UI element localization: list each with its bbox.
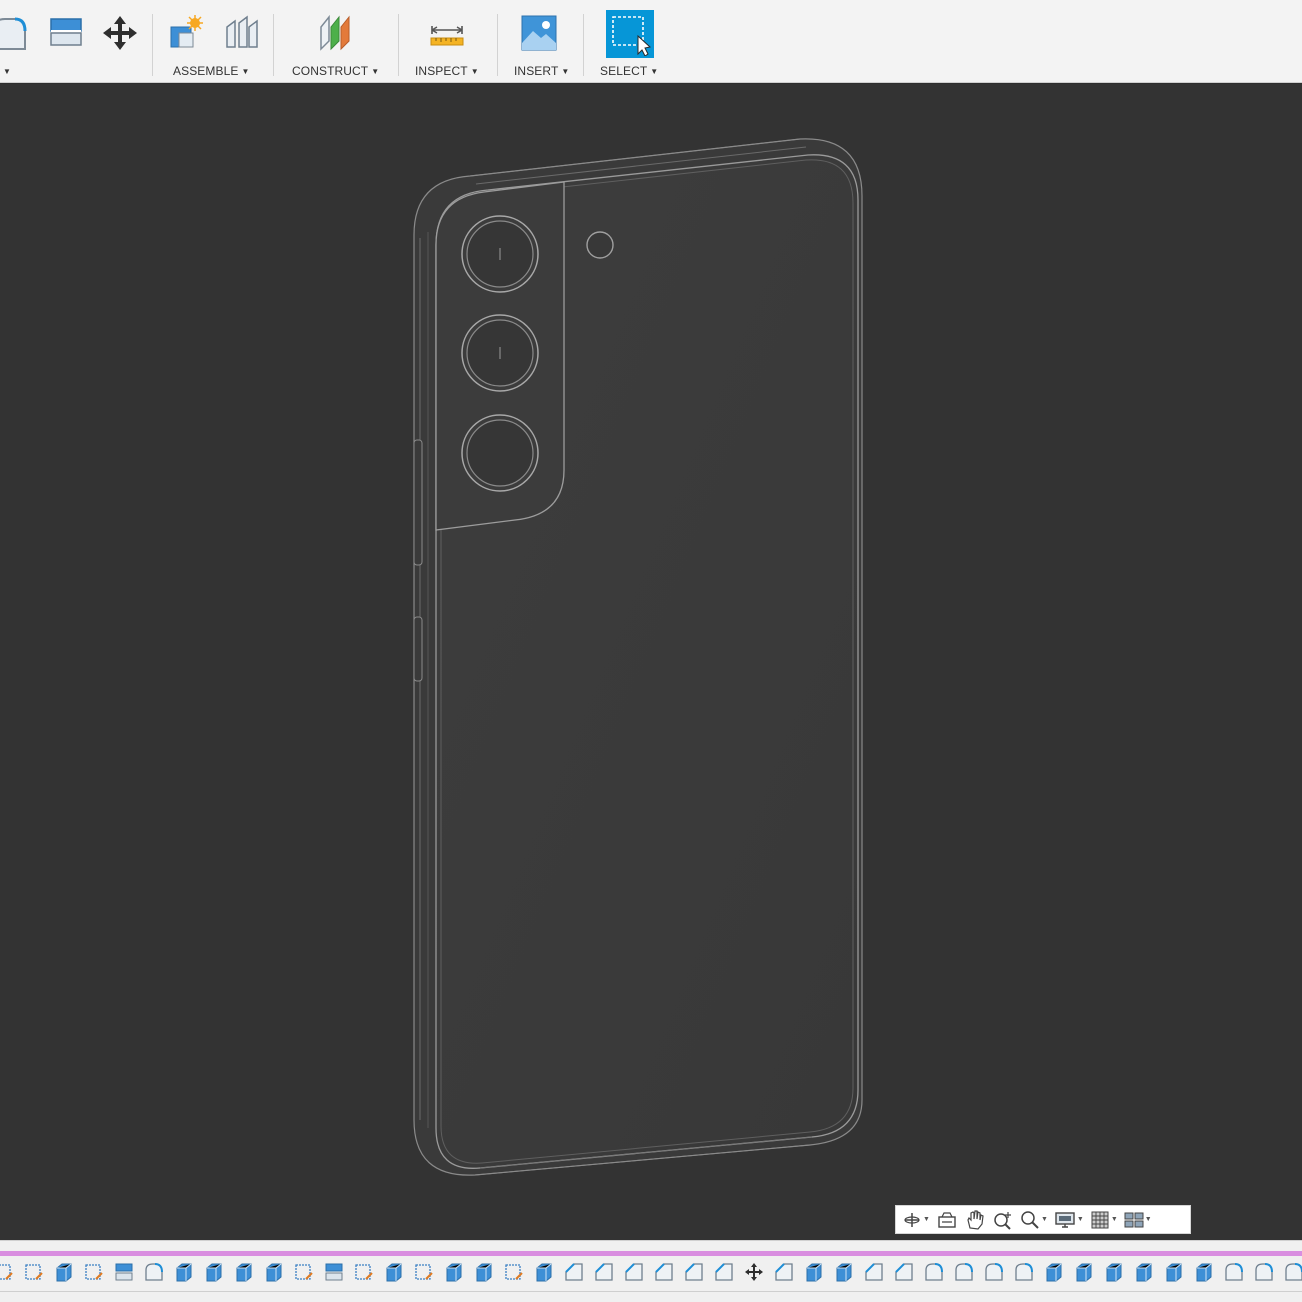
- timeline-feature-sketch-icon[interactable]: [412, 1260, 436, 1284]
- timeline-feature-extrude-icon[interactable]: [1162, 1260, 1186, 1284]
- timeline-feature-fillet-icon[interactable]: [1012, 1260, 1036, 1284]
- look-at-icon[interactable]: [934, 1208, 960, 1231]
- timeline-feature-chamfer-icon[interactable]: [772, 1260, 796, 1284]
- timeline-feature-extrude-icon[interactable]: [532, 1260, 556, 1284]
- grid-settings-icon[interactable]: ▼: [1088, 1208, 1120, 1231]
- camera-lens: [461, 414, 539, 492]
- measure-icon[interactable]: [424, 10, 470, 56]
- timeline-feature-fillet-icon[interactable]: [952, 1260, 976, 1284]
- pan-icon[interactable]: [962, 1208, 988, 1231]
- inspect-menu[interactable]: INSPECT ▼: [415, 64, 479, 78]
- timeline-feature-fillet-icon[interactable]: [1282, 1260, 1302, 1284]
- separator: [497, 14, 498, 76]
- camera-lens: [461, 314, 539, 392]
- timeline-marker[interactable]: [0, 1251, 1302, 1256]
- timeline-feature-fillet-icon[interactable]: [142, 1260, 166, 1284]
- joint-icon[interactable]: [218, 10, 264, 56]
- press-pull-icon[interactable]: [43, 10, 89, 56]
- orbit-icon[interactable]: ▼: [900, 1208, 932, 1231]
- timeline-feature-sketch-icon[interactable]: [502, 1260, 526, 1284]
- viewports-icon[interactable]: ▼: [1122, 1208, 1154, 1231]
- timeline-feature-extrude-icon[interactable]: [382, 1260, 406, 1284]
- timeline-feature-chamfer-icon[interactable]: [712, 1260, 736, 1284]
- timeline-feature-chamfer-icon[interactable]: [622, 1260, 646, 1284]
- new-component-icon[interactable]: [162, 10, 208, 56]
- timeline-feature-sketch-icon[interactable]: [82, 1260, 106, 1284]
- toolbar: ▼ ASSEMBLE ▼ CONSTRUCT ▼ INSPECT ▼ INSERT ▼ …: [0, 0, 1302, 83]
- timeline-feature-offset-face-icon[interactable]: [112, 1260, 136, 1284]
- timeline-feature-offset-face-icon[interactable]: [322, 1260, 346, 1284]
- offset-plane-icon[interactable]: [312, 10, 358, 56]
- timeline-feature-extrude-icon[interactable]: [802, 1260, 826, 1284]
- timeline-feature-chamfer-icon[interactable]: [892, 1260, 916, 1284]
- separator: [152, 14, 153, 76]
- timeline: [0, 1240, 1302, 1302]
- flash: [586, 231, 614, 259]
- separator: [273, 14, 274, 76]
- timeline-feature-chamfer-icon[interactable]: [652, 1260, 676, 1284]
- timeline-feature-chamfer-icon[interactable]: [562, 1260, 586, 1284]
- timeline-divider: [0, 1291, 1302, 1292]
- timeline-feature-extrude-icon[interactable]: [1102, 1260, 1126, 1284]
- separator: [398, 14, 399, 76]
- timeline-feature-sketch-icon[interactable]: [352, 1260, 376, 1284]
- timeline-feature-chamfer-icon[interactable]: [862, 1260, 886, 1284]
- modify-caret[interactable]: ▼: [0, 64, 11, 78]
- timeline-feature-extrude-icon[interactable]: [202, 1260, 226, 1284]
- timeline-feature-extrude-icon[interactable]: [172, 1260, 196, 1284]
- timeline-feature-extrude-icon[interactable]: [1192, 1260, 1216, 1284]
- select-menu[interactable]: SELECT ▼: [600, 64, 658, 78]
- insert-menu[interactable]: INSERT ▼: [514, 64, 569, 78]
- navigation-bar: ▼ ▼ ▼ ▼ ▼: [895, 1205, 1191, 1234]
- insert-canvas-icon[interactable]: [516, 10, 562, 56]
- canvas-viewport[interactable]: [0, 84, 1302, 1240]
- timeline-track: [0, 1260, 1302, 1284]
- timeline-feature-extrude-icon[interactable]: [1042, 1260, 1066, 1284]
- display-settings-icon[interactable]: ▼: [1052, 1208, 1086, 1231]
- fit-icon[interactable]: ▼: [1018, 1208, 1050, 1231]
- construct-menu[interactable]: CONSTRUCT ▼: [292, 64, 379, 78]
- timeline-feature-extrude-icon[interactable]: [262, 1260, 286, 1284]
- assemble-menu[interactable]: ASSEMBLE ▼: [173, 64, 250, 78]
- timeline-feature-extrude-icon[interactable]: [1072, 1260, 1096, 1284]
- timeline-feature-extrude-icon[interactable]: [832, 1260, 856, 1284]
- timeline-feature-fillet-icon[interactable]: [982, 1260, 1006, 1284]
- select-window-icon[interactable]: [606, 10, 654, 58]
- timeline-feature-chamfer-icon[interactable]: [592, 1260, 616, 1284]
- zoom-icon[interactable]: [990, 1208, 1016, 1231]
- separator: [583, 14, 584, 76]
- timeline-feature-fillet-icon[interactable]: [1222, 1260, 1246, 1284]
- timeline-feature-extrude-icon[interactable]: [232, 1260, 256, 1284]
- timeline-feature-sketch-icon[interactable]: [292, 1260, 316, 1284]
- timeline-feature-fillet-icon[interactable]: [922, 1260, 946, 1284]
- timeline-feature-sketch-icon[interactable]: [22, 1260, 46, 1284]
- timeline-feature-move-icon[interactable]: [742, 1260, 766, 1284]
- timeline-feature-extrude-icon[interactable]: [442, 1260, 466, 1284]
- move-icon[interactable]: [97, 10, 143, 56]
- timeline-feature-sketch-icon[interactable]: [0, 1260, 16, 1284]
- fillet-icon[interactable]: [0, 10, 34, 56]
- timeline-feature-extrude-icon[interactable]: [52, 1260, 76, 1284]
- timeline-feature-extrude-icon[interactable]: [472, 1260, 496, 1284]
- timeline-feature-chamfer-icon[interactable]: [682, 1260, 706, 1284]
- timeline-feature-fillet-icon[interactable]: [1252, 1260, 1276, 1284]
- phone-model[interactable]: [0, 84, 1302, 1240]
- camera-lens: [461, 215, 539, 293]
- timeline-feature-extrude-icon[interactable]: [1132, 1260, 1156, 1284]
